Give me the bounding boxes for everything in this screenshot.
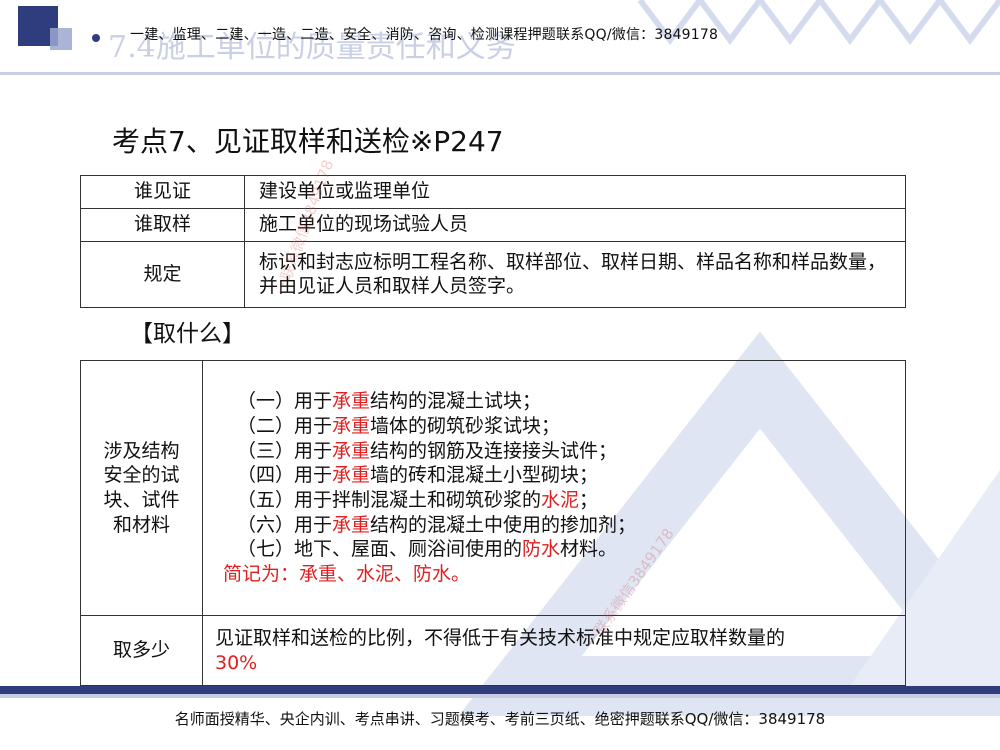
footer-text: 名师面授精华、央企内训、考点串讲、习题模考、考前三页纸、绝密押题联系QQ/微信：… [174,710,826,728]
row-value: 建设单位或监理单位 [244,175,906,209]
corner-square-light [50,28,72,50]
ratio-text: 见证取样和送检的比例，不得低于有关技术标准中规定应取样数量的 [215,627,786,649]
row-key: 取多少 [80,614,203,687]
summary-text: 简记为：承重、水泥、防水。 [223,563,471,586]
footer-bar [0,686,1000,694]
list-item: （三）用于承重结构的钢筋及连接接头试件； [237,439,618,462]
list-item: （五）用于拌制混凝土和砌筑砂浆的水泥； [237,489,599,511]
table-row: 取多少 见证取样和送检的比例，不得低于有关技术标准中规定应取样数量的 30% [80,614,906,687]
table-row: 规定 标识和封志应标明工程名称、取样部位、取样日期、样品名称和样品数量，并由见证… [80,241,906,308]
witness-table: 谁见证 建设单位或监理单位 谁取样 施工单位的现场试验人员 规定 标识和封志应标… [80,175,906,308]
sampling-table: 涉及结构安全的试块、试件和材料 （一）用于承重结构的混凝土试块； （二）用于承重… [80,360,906,687]
bullet-dot [92,34,100,42]
top-banner: 一建、监理、二建、一造、二造、安全、消防、咨询、检测课程押题联系QQ/微信：38… [130,27,719,43]
list-item: （四）用于承重墙的砖和混凝土小型砌块； [237,464,599,487]
row-value: 标识和封志应标明工程名称、取样部位、取样日期、样品名称和样品数量，并由见证人员和… [244,241,906,308]
row-key: 谁取样 [80,208,245,242]
table-row: 谁见证 建设单位或监理单位 [80,175,906,209]
table-row: 涉及结构安全的试块、试件和材料 （一）用于承重结构的混凝土试块； （二）用于承重… [80,360,906,616]
list-item: （一）用于承重结构的混凝土试块； [237,390,542,413]
header-rule [0,72,1000,75]
row-value: 施工单位的现场试验人员 [244,208,906,242]
list-item: （六）用于承重结构的混凝土中使用的掺加剂； [237,513,637,536]
list-item: （七）地下、屋面、厕浴间使用的防水材料。 [237,538,618,561]
footer-bar-light [0,694,1000,698]
row-key: 谁见证 [80,175,245,209]
item-list: （一）用于承重结构的混凝土试块； （二）用于承重墙体的砌筑砂浆试块； （三）用于… [223,389,895,562]
row-key-text: 涉及结构安全的试块、试件和材料 [103,439,180,536]
list-item: （二）用于承重墙体的砌筑砂浆试块； [237,414,561,437]
subheading: 【取什么】 [130,321,245,347]
page-heading: 考点7、见证取样和送检※P247 [112,125,504,158]
row-value: （一）用于承重结构的混凝土试块； （二）用于承重墙体的砌筑砂浆试块； （三）用于… [202,360,906,616]
row-key: 涉及结构安全的试块、试件和材料 [80,360,203,616]
row-value: 见证取样和送检的比例，不得低于有关技术标准中规定应取样数量的 30% [202,614,906,687]
table-row: 谁取样 施工单位的现场试验人员 [80,208,906,242]
row-key: 规定 [80,241,245,308]
ratio-value: 30% [215,651,258,674]
